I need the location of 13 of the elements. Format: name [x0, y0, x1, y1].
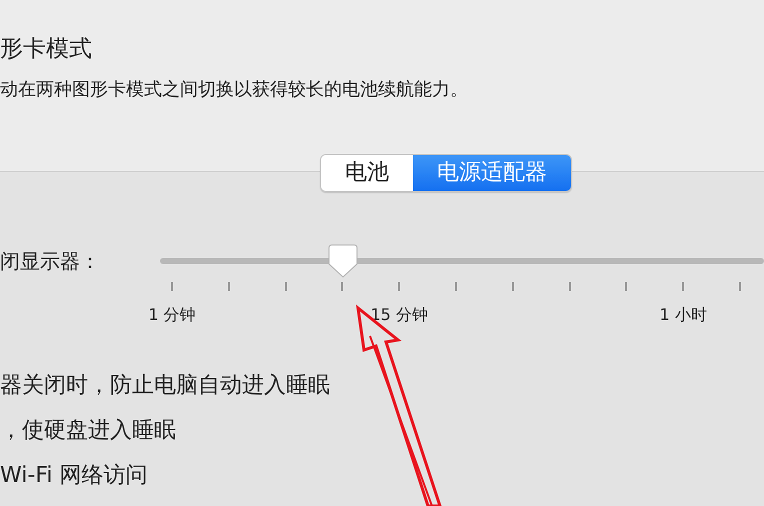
tick-label: 1 小时: [660, 305, 707, 325]
slider-label: 闭显示器：: [0, 248, 101, 275]
tick-label: 15 分钟: [370, 305, 428, 325]
description-text: 动在两种图形卡模式之间切换以获得较长的电池续航能力。: [0, 78, 469, 102]
segment-tab[interactable]: 电池: [321, 155, 413, 191]
segment-tab[interactable]: 电源适配器: [413, 155, 571, 191]
slider[interactable]: [160, 244, 764, 278]
section-title: 形卡模式: [0, 35, 93, 64]
slider-thumb[interactable]: [328, 244, 358, 278]
option-label[interactable]: ，使硬盘进入睡眠: [0, 416, 764, 446]
option-label[interactable]: Wi-Fi 网络访问: [0, 461, 764, 491]
tick-label: 1 分钟: [148, 305, 196, 325]
option-label[interactable]: 器关闭时，防止电脑自动进入睡眠: [0, 371, 764, 401]
